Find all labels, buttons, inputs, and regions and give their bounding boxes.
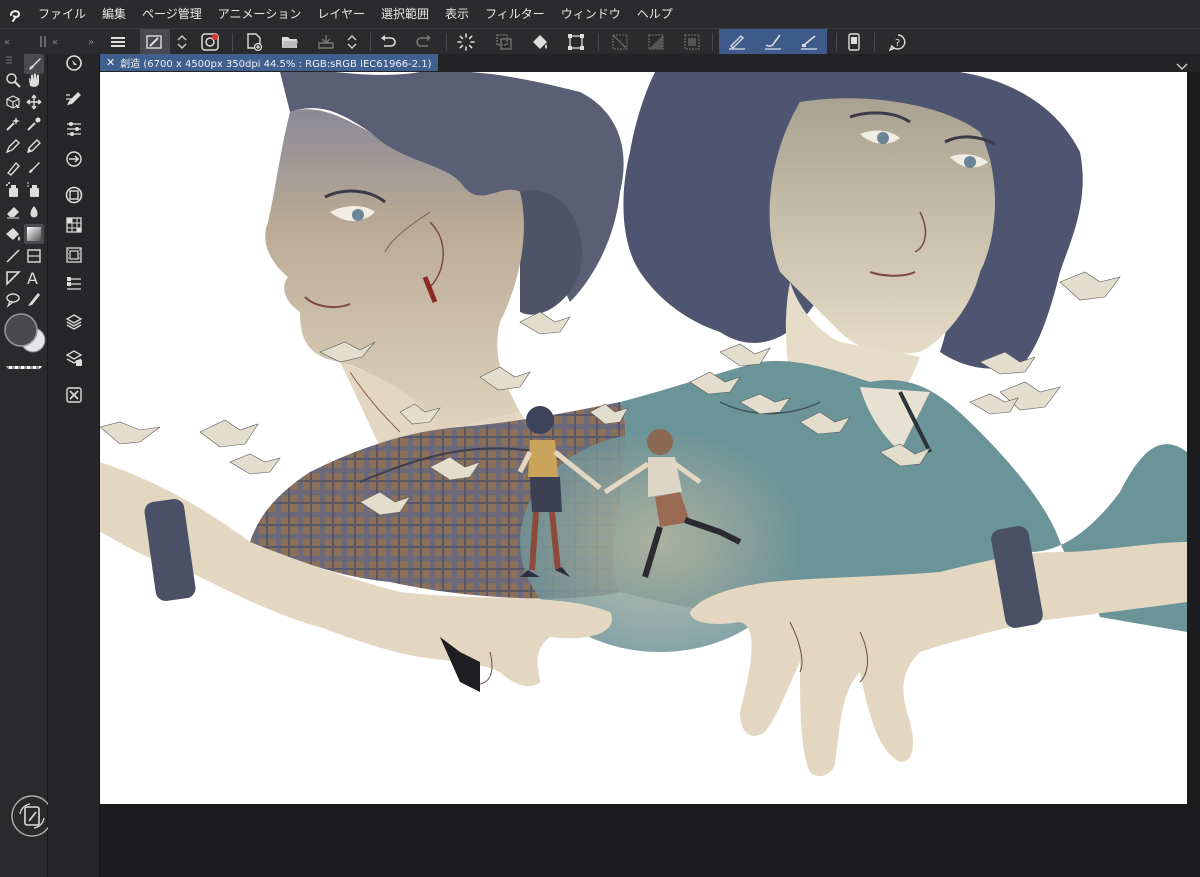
eyedropper-icon[interactable]	[24, 114, 44, 134]
layer-icon[interactable]	[58, 308, 90, 336]
menu-file[interactable]: ファイル	[30, 0, 94, 28]
tool-property-icon[interactable]	[58, 115, 90, 143]
auto-action-icon[interactable]	[140, 29, 170, 54]
menu-edit[interactable]: 編集	[94, 0, 134, 28]
menu-filter[interactable]: フィルター	[477, 0, 553, 28]
move-icon[interactable]	[24, 92, 44, 112]
menu-help[interactable]: ヘルプ	[629, 0, 681, 28]
text-icon[interactable]: A	[24, 268, 44, 288]
pen-stabilizer-icon[interactable]	[719, 29, 755, 54]
svg-text:?: ?	[895, 38, 900, 49]
hand-icon[interactable]	[24, 70, 44, 90]
brush-icon[interactable]	[24, 158, 44, 178]
canvas[interactable]	[100, 72, 1187, 804]
balloon-icon[interactable]	[3, 290, 23, 310]
zoom-icon[interactable]	[3, 70, 23, 90]
document-tab[interactable]: ✕ 創造 (6700 x 4500px 350dpi 44.5% : RGB:s…	[100, 54, 438, 71]
menu-layer[interactable]: レイヤー	[309, 0, 373, 28]
eraser-icon[interactable]	[3, 202, 23, 222]
menu-selection[interactable]: 選択範囲	[373, 0, 437, 28]
select-all-icon[interactable]	[644, 29, 668, 54]
tool-palette: A	[0, 54, 53, 877]
invert-selection-icon[interactable]	[680, 29, 704, 54]
decoration-icon[interactable]	[24, 180, 44, 200]
menu-bar: ファイル 編集 ページ管理 アニメーション レイヤー 選択範囲 表示 フィルター…	[0, 0, 1200, 28]
deselect-icon[interactable]	[608, 29, 632, 54]
gradient-icon[interactable]	[24, 224, 44, 244]
save-icon[interactable]	[314, 29, 338, 54]
pencil-icon[interactable]	[24, 136, 44, 156]
command-bar: ?	[100, 28, 1200, 54]
menu-animation[interactable]: アニメーション	[210, 0, 310, 28]
transform-icon[interactable]	[564, 29, 588, 54]
fill-icon[interactable]	[3, 224, 23, 244]
blend-icon[interactable]	[24, 202, 44, 222]
undo-icon[interactable]	[376, 29, 400, 54]
brush-size-icon[interactable]	[58, 145, 90, 173]
pen-icon[interactable]	[3, 136, 23, 156]
sub-tool-icon[interactable]	[58, 85, 90, 113]
frame-icon[interactable]	[24, 246, 44, 266]
ruler-icon[interactable]	[3, 268, 23, 288]
clip-studio-icon[interactable]	[198, 29, 222, 54]
marker-icon[interactable]	[3, 158, 23, 178]
magic-wand-icon[interactable]	[3, 114, 23, 134]
animation-timeline-icon[interactable]	[58, 241, 90, 269]
color-indicator[interactable]	[3, 312, 47, 356]
redo-icon[interactable]	[412, 29, 436, 54]
layer-property-icon[interactable]	[58, 270, 90, 298]
svg-text:«: «	[4, 37, 10, 48]
open-folder-icon[interactable]	[278, 29, 302, 54]
svg-text:A: A	[27, 270, 38, 286]
correction-icon[interactable]	[24, 290, 44, 310]
smartphone-icon[interactable]	[842, 29, 866, 54]
color-set-icon[interactable]	[58, 211, 90, 239]
svg-text:«: «	[52, 37, 58, 48]
menu-page-management[interactable]: ページ管理	[134, 0, 210, 28]
airbrush-icon[interactable]	[3, 180, 23, 200]
document-tab-bar: ✕ 創造 (6700 x 4500px 350dpi 44.5% : RGB:s…	[100, 54, 1200, 72]
brush-stroke-icon[interactable]	[755, 29, 791, 54]
operation-icon[interactable]	[3, 92, 23, 112]
svg-text:»: »	[88, 37, 94, 48]
new-file-icon[interactable]	[242, 29, 266, 54]
help-icon[interactable]: ?	[886, 29, 910, 54]
close-icon[interactable]: ✕	[106, 56, 115, 69]
close-palette-icon[interactable]	[58, 381, 90, 409]
copy-icon[interactable]	[492, 29, 516, 54]
line-icon[interactable]	[791, 29, 827, 54]
clip-studio-icon[interactable]	[0, 0, 30, 28]
navigator-icon[interactable]	[58, 49, 90, 77]
fill-bucket-icon[interactable]	[528, 29, 552, 54]
line-icon[interactable]	[3, 246, 23, 266]
color-wheel-icon[interactable]	[58, 181, 90, 209]
up-down-icon[interactable]	[172, 29, 192, 54]
document-tab-label: 創造 (6700 x 4500px 350dpi 44.5% : RGB:sRG…	[120, 59, 432, 70]
canvas-area	[100, 72, 1200, 877]
palette-bar	[48, 54, 100, 877]
loading-icon[interactable]	[454, 29, 478, 54]
menu-window[interactable]: ウィンドウ	[553, 0, 629, 28]
artwork	[100, 72, 1187, 777]
transparent-color-icon[interactable]	[6, 360, 42, 369]
menu-view[interactable]: 表示	[437, 0, 477, 28]
material-icon[interactable]	[58, 344, 90, 372]
up-down-icon[interactable]	[342, 29, 362, 54]
menu-icon[interactable]	[106, 29, 130, 54]
